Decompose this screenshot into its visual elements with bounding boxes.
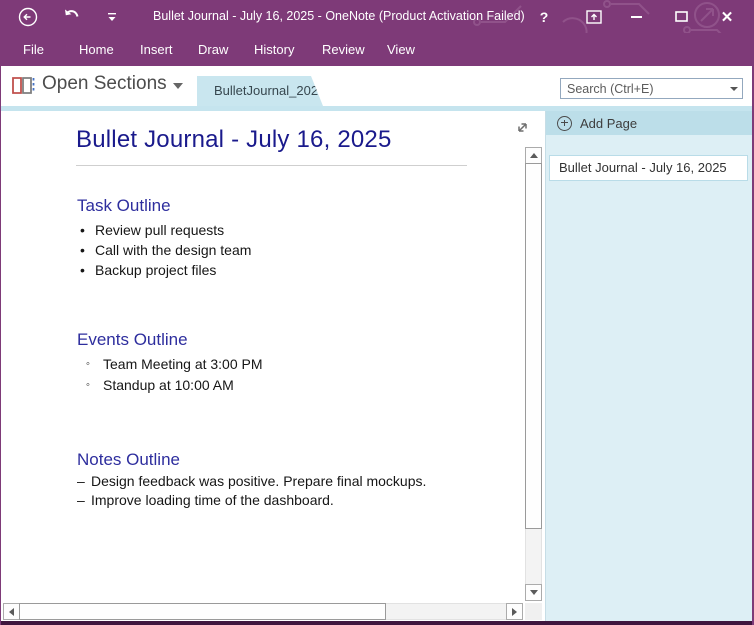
window-bottom-border xyxy=(1,621,752,625)
triangle-up-icon xyxy=(530,153,538,158)
scroll-right-button[interactable] xyxy=(506,603,523,620)
list-item[interactable]: •Review pull requests xyxy=(80,220,251,240)
bullet-circle: ◦ xyxy=(86,375,103,396)
tab-insert[interactable]: Insert xyxy=(140,33,173,66)
section-heading-events[interactable]: Events Outline xyxy=(77,330,188,350)
search-input[interactable] xyxy=(561,82,728,96)
window-title: Bullet Journal - July 16, 2025 - OneNote… xyxy=(153,0,525,33)
list-item[interactable]: •Call with the design team xyxy=(80,240,251,260)
horizontal-scrollbar-thumb[interactable] xyxy=(19,603,386,620)
bullet-dash: – xyxy=(77,472,91,491)
notes-list[interactable]: –Design feedback was positive. Prepare f… xyxy=(77,472,426,510)
page-list-panel: Add Page Bullet Journal - July 16, 2025 xyxy=(545,111,752,621)
section-heading-task[interactable]: Task Outline xyxy=(77,196,171,216)
scroll-down-button[interactable] xyxy=(525,584,542,601)
page-list-item-selected[interactable]: Bullet Journal - July 16, 2025 xyxy=(549,155,748,181)
maximize-button[interactable] xyxy=(665,0,697,33)
customize-quick-access-icon[interactable] xyxy=(101,0,123,33)
triangle-right-icon xyxy=(512,608,517,616)
list-item[interactable]: ◦Team Meeting at 3:00 PM xyxy=(86,354,263,375)
bullet-circle: ◦ xyxy=(86,354,103,375)
tab-home[interactable]: Home xyxy=(79,33,114,66)
expand-page-icon[interactable] xyxy=(515,120,530,135)
add-page-button[interactable]: Add Page xyxy=(546,111,752,135)
tab-review[interactable]: Review xyxy=(322,33,365,66)
page-title[interactable]: Bullet Journal - July 16, 2025 xyxy=(76,126,392,154)
ribbon-display-options-button[interactable] xyxy=(579,0,609,33)
section-heading-notes[interactable]: Notes Outline xyxy=(77,450,180,470)
back-button[interactable] xyxy=(13,0,43,33)
list-item[interactable]: ◦Standup at 10:00 AM xyxy=(86,375,263,396)
title-underline xyxy=(76,165,467,166)
tab-file[interactable]: File xyxy=(23,33,44,66)
list-item[interactable]: –Improve loading time of the dashboard. xyxy=(77,491,426,510)
bullet-dash: – xyxy=(77,491,91,510)
chevron-down-icon[interactable] xyxy=(173,83,183,89)
page-canvas[interactable]: Bullet Journal - July 16, 2025 Task Outl… xyxy=(2,111,545,621)
onenote-window: Bullet Journal - July 16, 2025 - OneNote… xyxy=(0,0,754,625)
list-item[interactable]: •Backup project files xyxy=(80,260,251,280)
search-box xyxy=(560,78,743,99)
tab-history[interactable]: History xyxy=(254,33,294,66)
ribbon-tab-row: File Home Insert Draw History Review Vie… xyxy=(1,33,752,66)
minimize-button[interactable] xyxy=(621,0,653,33)
notebook-icon[interactable] xyxy=(11,74,36,97)
bullet-disc: • xyxy=(80,220,95,240)
add-page-label: Add Page xyxy=(580,116,637,131)
plus-circle-icon xyxy=(557,116,572,131)
title-bar: Bullet Journal - July 16, 2025 - OneNote… xyxy=(1,0,752,33)
close-button[interactable]: ✕ xyxy=(709,0,745,33)
navigation-bar: Open Sections BulletJournal_20250716 xyxy=(1,66,752,106)
vertical-scrollbar-thumb[interactable] xyxy=(525,163,542,529)
scrollbar-corner xyxy=(525,603,542,620)
triangle-down-icon xyxy=(530,590,538,595)
open-sections-button[interactable]: Open Sections xyxy=(42,73,167,95)
events-list[interactable]: ◦Team Meeting at 3:00 PM ◦Standup at 10:… xyxy=(86,354,263,396)
list-item[interactable]: –Design feedback was positive. Prepare f… xyxy=(77,472,426,491)
tab-view[interactable]: View xyxy=(387,33,415,66)
triangle-left-icon xyxy=(9,608,14,616)
scroll-up-button[interactable] xyxy=(525,147,542,164)
bullet-disc: • xyxy=(80,240,95,260)
bullet-disc: • xyxy=(80,260,95,280)
tab-draw[interactable]: Draw xyxy=(198,33,228,66)
task-list[interactable]: •Review pull requests •Call with the des… xyxy=(80,220,251,280)
help-button[interactable]: ? xyxy=(531,0,557,33)
search-scope-caret-icon[interactable] xyxy=(730,87,738,91)
scroll-left-button[interactable] xyxy=(3,603,20,620)
undo-button[interactable] xyxy=(57,0,87,33)
section-tab[interactable]: BulletJournal_20250716 xyxy=(197,76,323,106)
